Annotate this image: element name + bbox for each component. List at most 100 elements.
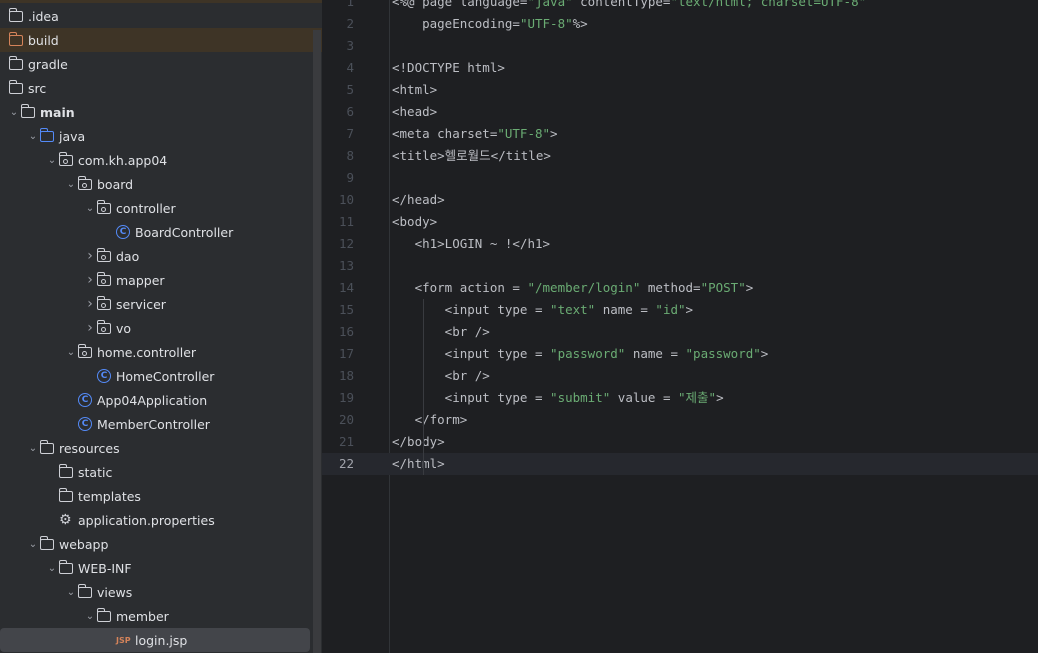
code-text: <html>: [392, 79, 437, 101]
code-line[interactable]: 22 </html>: [322, 453, 1038, 475]
code-line[interactable]: 10 </head>: [322, 189, 1038, 211]
code-token: </head>: [392, 192, 445, 207]
package-icon: [96, 199, 115, 215]
tree-item[interactable]: .idea: [0, 4, 312, 28]
code-token: <%@ page language=: [392, 0, 528, 9]
tree-item[interactable]: ⌄ controller: [0, 196, 312, 220]
chevron-right-icon[interactable]: ›: [83, 248, 97, 264]
code-token: <input type =: [392, 346, 551, 361]
tree-item-label: servicer: [116, 296, 166, 312]
chevron-down-icon[interactable]: ⌄: [26, 539, 40, 550]
line-number: 8: [346, 148, 354, 163]
string-token: "UTF-8": [519, 16, 573, 31]
tree-item[interactable]: ⚙ application.properties: [0, 508, 312, 532]
code-text: <br />: [392, 321, 490, 343]
code-line[interactable]: 13: [322, 255, 1038, 277]
tree-item[interactable]: › servicer: [0, 292, 312, 316]
chevron-right-icon[interactable]: ›: [83, 320, 97, 336]
chevron-down-icon[interactable]: ⌄: [64, 347, 78, 358]
chevron-down-icon[interactable]: ⌄: [7, 107, 21, 118]
tree-item[interactable]: C MemberController: [0, 412, 312, 436]
code-line[interactable]: 8 <title>헬로월드</title>: [322, 145, 1038, 167]
tree-item[interactable]: C BoardController: [0, 220, 312, 244]
string-token: "id": [655, 302, 686, 317]
tree-item[interactable]: build: [0, 28, 322, 52]
chevron-down-icon[interactable]: ⌄: [64, 179, 78, 190]
tree-item[interactable]: ⌄ WEB-INF: [0, 556, 312, 580]
tree-item-label: views: [97, 584, 133, 600]
package-icon: [77, 175, 96, 191]
code-token: <br />: [392, 368, 490, 383]
chevron-right-icon[interactable]: ›: [83, 272, 97, 288]
code-line[interactable]: 17 <input type = "password" name = "pass…: [322, 343, 1038, 365]
chevron-down-icon[interactable]: ⌄: [83, 203, 97, 214]
chevron-down-icon[interactable]: ⌄: [26, 131, 40, 142]
code-token: <h1>LOGIN ~ !</h1>: [392, 236, 551, 251]
tree-item[interactable]: static: [0, 460, 312, 484]
chevron-down-icon[interactable]: ⌄: [26, 443, 40, 454]
tree-item[interactable]: ⌄ main: [0, 100, 312, 124]
tree-item[interactable]: ⌄ com.kh.app04: [0, 148, 312, 172]
code-text: </head>: [392, 189, 445, 211]
code-line[interactable]: 21 </body>: [322, 431, 1038, 453]
code-line[interactable]: 18 <br />: [322, 365, 1038, 387]
tree-item[interactable]: templates: [0, 484, 312, 508]
code-line[interactable]: 4 <!DOCTYPE html>: [322, 57, 1038, 79]
tree-item[interactable]: ⌄ home.controller: [0, 340, 312, 364]
tree-item-label: java: [59, 128, 86, 144]
code-token: <head>: [392, 104, 438, 119]
chevron-down-icon[interactable]: ⌄: [64, 587, 78, 598]
code-line[interactable]: 19 <input type = "submit" value = "제출">: [322, 387, 1038, 409]
code-line[interactable]: 11 <body>: [322, 211, 1038, 233]
code-line[interactable]: 3: [322, 35, 1038, 57]
chevron-down-icon[interactable]: ⌄: [45, 563, 59, 574]
tree-item[interactable]: ⌄ member: [0, 604, 312, 628]
code-text: </html>: [392, 453, 445, 475]
chevron-right-icon[interactable]: ›: [83, 296, 97, 312]
tree-item[interactable]: ⌄ resources: [0, 436, 312, 460]
tree-item[interactable]: › mapper: [0, 268, 312, 292]
tree-item[interactable]: C App04Application: [0, 388, 312, 412]
code-editor[interactable]: 1 <%@ page language="java" contentType="t…: [322, 0, 1038, 653]
tree-item-label: controller: [116, 200, 176, 216]
tree-item-label: webapp: [59, 536, 109, 552]
code-line[interactable]: 20 </form>: [322, 409, 1038, 431]
line-number: 12: [338, 236, 354, 251]
source-root-folder-icon: [20, 103, 39, 119]
folder-icon: [39, 535, 58, 551]
tree-item[interactable]: › dao: [0, 244, 312, 268]
code-line[interactable]: 1 <%@ page language="java" contentType="t…: [322, 0, 1038, 13]
project-tree[interactable]: .idea build gradle src ⌄ main ⌄ java ⌄ com.kh.app…: [0, 0, 322, 653]
code-token: method=: [640, 280, 701, 295]
tree-item[interactable]: › vo: [0, 316, 312, 340]
tree-scrollbar[interactable]: [313, 30, 321, 653]
tree-item[interactable]: gradle: [0, 52, 312, 76]
code-line[interactable]: 12 <h1>LOGIN ~ !</h1>: [322, 233, 1038, 255]
code-line[interactable]: 5 <html>: [322, 79, 1038, 101]
chevron-down-icon[interactable]: ⌄: [45, 155, 59, 166]
tree-item[interactable]: ⌄ java: [0, 124, 312, 148]
tree-item-label: App04Application: [97, 392, 208, 408]
spring-boot-class-icon: C: [78, 393, 96, 407]
tree-item[interactable]: ⌄ views: [0, 580, 312, 604]
code-line[interactable]: 2 pageEncoding="UTF-8"%>: [322, 13, 1038, 35]
folder-icon: [58, 559, 77, 575]
code-line[interactable]: 14 <form action = "/member/login" method…: [322, 277, 1038, 299]
code-text: <title>헬로월드</title>: [392, 145, 551, 167]
code-line[interactable]: 16 <br />: [322, 321, 1038, 343]
tree-item[interactable]: C HomeController: [0, 364, 312, 388]
code-line[interactable]: 6 <head>: [322, 101, 1038, 123]
code-token: >: [550, 126, 558, 141]
code-line[interactable]: 7 <meta charset="UTF-8">: [322, 123, 1038, 145]
previous-row-highlight: [0, 0, 322, 3]
tree-item[interactable]: JSP login.jsp: [0, 628, 310, 652]
tree-item[interactable]: ⌄ webapp: [0, 532, 312, 556]
line-number: 1: [346, 0, 354, 9]
chevron-down-icon[interactable]: ⌄: [83, 611, 97, 622]
line-number: 7: [346, 126, 354, 141]
tree-item[interactable]: src: [0, 76, 312, 100]
tree-item[interactable]: ⌄ board: [0, 172, 312, 196]
code-line[interactable]: 15 <input type = "text" name = "id">: [322, 299, 1038, 321]
code-line[interactable]: 9: [322, 167, 1038, 189]
tree-item-label: gradle: [28, 56, 68, 72]
